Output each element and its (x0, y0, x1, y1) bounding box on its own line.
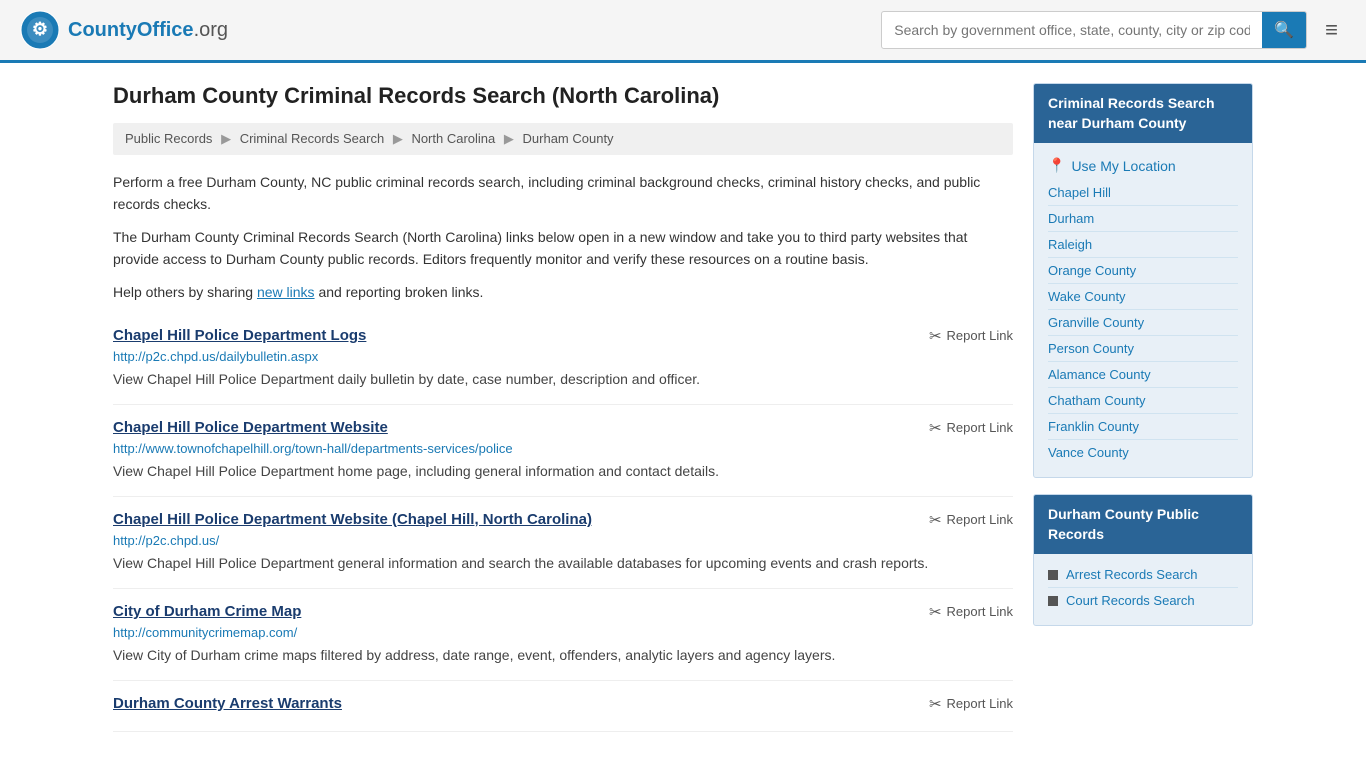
square-icon (1048, 596, 1058, 606)
sidebar: Criminal Records Search near Durham Coun… (1033, 83, 1253, 732)
sidebar-court-records-link[interactable]: Court Records Search (1048, 588, 1238, 613)
result-description: View City of Durham crime maps filtered … (113, 645, 1013, 666)
report-link-label: Report Link (947, 328, 1013, 343)
sidebar-link-chapel-hill[interactable]: Chapel Hill (1048, 180, 1238, 206)
breadcrumb-link-public-records[interactable]: Public Records (125, 131, 212, 146)
scissors-icon: ✂ (929, 695, 942, 713)
scissors-icon: ✂ (929, 327, 942, 345)
result-header: Durham County Arrest Warrants ✂ Report L… (113, 695, 1013, 713)
report-link-label: Report Link (947, 420, 1013, 435)
result-item: City of Durham Crime Map ✂ Report Link h… (113, 589, 1013, 681)
breadcrumb-link-durham-county[interactable]: Durham County (523, 131, 614, 146)
sidebar-link-raleigh[interactable]: Raleigh (1048, 232, 1238, 258)
result-description: View Chapel Hill Police Department daily… (113, 369, 1013, 390)
result-url[interactable]: http://p2c.chpd.us/dailybulletin.aspx (113, 349, 1013, 364)
result-header: City of Durham Crime Map ✂ Report Link (113, 603, 1013, 621)
sidebar-link-chatham-county[interactable]: Chatham County (1048, 388, 1238, 414)
sidebar-link-vance-county[interactable]: Vance County (1048, 440, 1238, 465)
logo-area[interactable]: ⚙ CountyOffice.org (20, 10, 228, 50)
court-records-label: Court Records Search (1066, 593, 1195, 608)
result-header: Chapel Hill Police Department Website (C… (113, 511, 1013, 529)
result-title[interactable]: Chapel Hill Police Department Website (113, 419, 388, 436)
sidebar-link-franklin-county[interactable]: Franklin County (1048, 414, 1238, 440)
sidebar-link-granville-county[interactable]: Granville County (1048, 310, 1238, 336)
header-right: 🔍 ≡ (881, 11, 1346, 49)
square-icon (1048, 570, 1058, 580)
sidebar-link-wake-county[interactable]: Wake County (1048, 284, 1238, 310)
report-link-label: Report Link (947, 512, 1013, 527)
svg-text:⚙: ⚙ (32, 19, 48, 39)
search-button[interactable]: 🔍 (1262, 12, 1306, 48)
breadcrumb: Public Records ▶ Criminal Records Search… (113, 123, 1013, 155)
result-item: Chapel Hill Police Department Website ✂ … (113, 405, 1013, 497)
results-list: Chapel Hill Police Department Logs ✂ Rep… (113, 313, 1013, 732)
result-title[interactable]: Chapel Hill Police Department Website (C… (113, 511, 592, 528)
sidebar-link-alamance-county[interactable]: Alamance County (1048, 362, 1238, 388)
report-link-button[interactable]: ✂ Report Link (929, 511, 1013, 529)
description-2: The Durham County Criminal Records Searc… (113, 226, 1013, 271)
result-header: Chapel Hill Police Department Logs ✂ Rep… (113, 327, 1013, 345)
logo-icon: ⚙ (20, 10, 60, 50)
result-description: View Chapel Hill Police Department gener… (113, 553, 1013, 574)
result-title[interactable]: Chapel Hill Police Department Logs (113, 327, 366, 344)
result-item: Durham County Arrest Warrants ✂ Report L… (113, 681, 1013, 732)
logo-text: CountyOffice.org (68, 19, 228, 42)
report-link-button[interactable]: ✂ Report Link (929, 327, 1013, 345)
sidebar-link-durham[interactable]: Durham (1048, 206, 1238, 232)
description-1: Perform a free Durham County, NC public … (113, 171, 1013, 216)
result-url[interactable]: http://communitycrimemap.com/ (113, 625, 1013, 640)
search-bar: 🔍 (881, 11, 1307, 49)
site-header: ⚙ CountyOffice.org 🔍 ≡ (0, 0, 1366, 63)
result-url[interactable]: http://p2c.chpd.us/ (113, 533, 1013, 548)
sidebar-link-person-county[interactable]: Person County (1048, 336, 1238, 362)
result-item: Chapel Hill Police Department Website (C… (113, 497, 1013, 589)
result-title[interactable]: Durham County Arrest Warrants (113, 695, 342, 712)
page-title: Durham County Criminal Records Search (N… (113, 83, 1013, 109)
menu-button[interactable]: ≡ (1317, 13, 1346, 47)
new-links-link[interactable]: new links (257, 284, 315, 300)
report-link-button[interactable]: ✂ Report Link (929, 695, 1013, 713)
arrest-records-label: Arrest Records Search (1066, 567, 1198, 582)
description-3-suffix: and reporting broken links. (315, 284, 484, 300)
use-my-location[interactable]: 📍 Use My Location (1048, 151, 1238, 180)
report-link-button[interactable]: ✂ Report Link (929, 603, 1013, 621)
result-item: Chapel Hill Police Department Logs ✂ Rep… (113, 313, 1013, 405)
scissors-icon: ✂ (929, 419, 942, 437)
location-pin-icon: 📍 (1048, 157, 1065, 174)
main-content: Durham County Criminal Records Search (N… (113, 83, 1013, 732)
report-link-label: Report Link (947, 696, 1013, 711)
breadcrumb-sep-2: ▶ (393, 131, 403, 146)
use-my-location-label: Use My Location (1071, 158, 1175, 174)
public-records-links: Arrest Records Search Court Records Sear… (1034, 554, 1252, 625)
report-link-button[interactable]: ✂ Report Link (929, 419, 1013, 437)
page-container: Durham County Criminal Records Search (N… (93, 63, 1273, 752)
public-records-box: Durham County Public Records Arrest Reco… (1033, 494, 1253, 626)
description-3: Help others by sharing new links and rep… (113, 281, 1013, 303)
scissors-icon: ✂ (929, 511, 942, 529)
public-records-box-title: Durham County Public Records (1034, 495, 1252, 554)
breadcrumb-link-criminal-records[interactable]: Criminal Records Search (240, 131, 385, 146)
result-title[interactable]: City of Durham Crime Map (113, 603, 301, 620)
report-link-label: Report Link (947, 604, 1013, 619)
nearby-box-content: 📍 Use My Location Chapel Hill Durham Ral… (1034, 143, 1252, 477)
sidebar-arrest-records-link[interactable]: Arrest Records Search (1048, 562, 1238, 588)
breadcrumb-sep-3: ▶ (504, 131, 514, 146)
description-3-prefix: Help others by sharing (113, 284, 257, 300)
result-header: Chapel Hill Police Department Website ✂ … (113, 419, 1013, 437)
result-description: View Chapel Hill Police Department home … (113, 461, 1013, 482)
nearby-box: Criminal Records Search near Durham Coun… (1033, 83, 1253, 478)
scissors-icon: ✂ (929, 603, 942, 621)
sidebar-link-orange-county[interactable]: Orange County (1048, 258, 1238, 284)
breadcrumb-link-north-carolina[interactable]: North Carolina (411, 131, 495, 146)
result-url[interactable]: http://www.townofchapelhill.org/town-hal… (113, 441, 1013, 456)
search-input[interactable] (882, 14, 1262, 46)
nearby-box-title: Criminal Records Search near Durham Coun… (1034, 84, 1252, 143)
breadcrumb-sep-1: ▶ (221, 131, 231, 146)
